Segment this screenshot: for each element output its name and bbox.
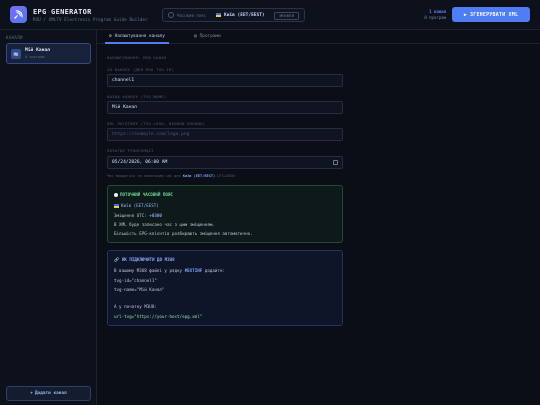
add-channel-button[interactable]: + Додати канал	[6, 386, 91, 401]
timezone-card-title: ПОТОЧНИЙ ЧАСОВИЙ ПОЯС	[114, 192, 173, 197]
tab-programs-label: Програми	[199, 34, 221, 39]
howto-card-title: 🔗 ЯК ПІДКЛЮЧИТИ ДО M3U8	[114, 257, 175, 262]
start-time-label: ПОЧАТОК ТРАНСЛЯЦІЇ	[107, 148, 154, 153]
add-channel-label: Додати канал	[34, 391, 67, 396]
howto-line1: В вашому M3U8 файлі у рядку #EXTINF дода…	[114, 268, 225, 273]
timezone-change-button[interactable]: ЗМІНИТИ	[273, 11, 299, 20]
timezone-card-line2: Більшість EPG-клієнтів розбирають зміщен…	[114, 231, 253, 236]
app-header: EPG GENERATOR M3U / XMLTV Electronic Pro…	[0, 0, 540, 30]
globe-icon	[168, 12, 174, 18]
howto-code-tvg-name: tvg-name="Мій Канал"	[114, 287, 165, 292]
channel-id-input[interactable]: channel1	[107, 74, 343, 87]
calendar-icon[interactable]	[333, 160, 338, 165]
timezone-hint: Час вводиться за локальним час для Київ …	[107, 174, 235, 178]
logo-url-label: URL ЛОГОТИПУ (TVG-LOGO, НЕОБОВ'ЯЗКОВО)	[107, 121, 206, 126]
channel-name-label: НАЗВА КАНАЛУ (TVG-NAME)	[107, 94, 167, 99]
timezone-card-line1: В XML буде записано час з цим зміщенням.	[114, 222, 215, 227]
sidebar-heading: КАНАЛИ	[6, 35, 23, 40]
ukraine-flag-icon	[216, 13, 221, 17]
timezone-info-card: ПОТОЧНИЙ ЧАСОВИЙ ПОЯС Київ (EET/EEST) Зм…	[107, 185, 343, 243]
clipboard-icon: ▤	[194, 34, 197, 39]
timezone-label: Часовий пояс	[177, 13, 206, 18]
channel-name: Мій Канал	[25, 48, 50, 53]
timezone-card-offset: Зміщення UTC: +0300	[114, 213, 162, 218]
clock-icon	[114, 192, 118, 197]
channel-name-input[interactable]: Мій Канал	[107, 101, 343, 114]
program-count: 0 програм	[424, 14, 446, 20]
channel-program-count: 0 програм	[25, 55, 45, 59]
sidebar: КАНАЛИ МК Мій Канал 0 програм + Додати к…	[0, 30, 97, 405]
generate-xml-label: ЗГЕНЕРУВАТИ XML	[470, 11, 519, 18]
howto-code-tvg-id: tvg-id="channel1"	[114, 278, 157, 283]
tab-bar: ⚙ Налаштування каналу ▤ Програми	[97, 30, 540, 44]
channel-badge: МК	[11, 49, 21, 59]
tab-channel-settings[interactable]: ⚙ Налаштування каналу	[105, 34, 169, 44]
gear-icon: ⚙	[109, 34, 112, 39]
hint-prefix: Час вводиться за локальним час для	[107, 174, 181, 178]
hint-timezone: Київ (EET/EEST)	[182, 174, 216, 178]
timezone-value: Київ (EET/EEST)	[224, 12, 265, 18]
channel-id-label: ID КАНАЛУ (ДЛЯ M3U TVG-ID)	[107, 67, 175, 72]
generate-xml-button[interactable]: ▶ ЗГЕНЕРУВАТИ XML	[452, 7, 530, 22]
howto-code-url-tvg: url-tvg="https://your-host/epg.xml"	[114, 314, 203, 319]
app-subtitle: M3U / XMLTV Electronic Program Guide Bui…	[33, 17, 148, 22]
howto-card: 🔗 ЯК ПІДКЛЮЧИТИ ДО M3U8 В вашому M3U8 фа…	[107, 250, 343, 326]
app-title: EPG GENERATOR	[33, 8, 92, 16]
sidebar-item-channel[interactable]: МК Мій Канал 0 програм	[6, 43, 91, 64]
timezone-card-city: Київ (EET/EEST)	[114, 203, 159, 208]
ukraine-flag-icon	[114, 203, 119, 208]
hint-offset: UTC+0300	[217, 174, 235, 178]
section-title: НАЛАШТУВАННЯ: МІЙ КАНАЛ	[107, 55, 167, 60]
tab-channel-settings-label: Налаштування каналу	[114, 34, 165, 39]
start-time-input[interactable]: 05/24/2026, 06:00 AM	[107, 156, 343, 169]
play-icon: ▶	[463, 11, 468, 18]
plus-icon: +	[30, 391, 33, 396]
logo-url-input[interactable]: https://example.com/logo.png	[107, 128, 343, 141]
link-icon: 🔗	[114, 257, 120, 262]
howto-line2: А у початку M3U8:	[114, 304, 157, 309]
satellite-logo-icon	[10, 6, 27, 23]
header-stats: 1 канал 0 програм	[424, 9, 446, 20]
start-time-value: 05/24/2026, 06:00 AM	[112, 160, 168, 165]
tab-programs[interactable]: ▤ Програми	[194, 34, 221, 39]
timezone-selector[interactable]: Часовий пояс Київ (EET/EEST) ЗМІНИТИ	[162, 8, 305, 22]
